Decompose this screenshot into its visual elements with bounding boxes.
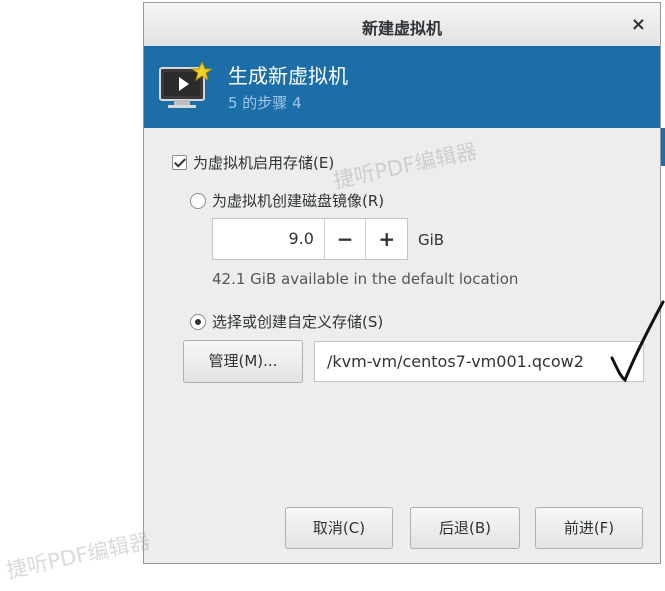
manage-button[interactable]: 管理(M)... [183,340,303,383]
back-button[interactable]: 后退(B) [410,507,520,549]
background-window-strip [661,128,665,166]
watermark: 捷听PDF编辑器 [4,529,153,583]
wizard-step: 5 的步骤 4 [228,94,302,112]
handwritten-checkmark [610,300,665,383]
wizard-header: 生成新虚拟机 5 的步骤 4 [144,46,660,128]
disk-size-stepper[interactable]: 9.0 − + [212,218,408,260]
radio-selected[interactable] [190,313,206,330]
enable-storage-checkbox[interactable]: 为虚拟机启用存储(E) [172,152,334,173]
radio-unselected[interactable] [190,192,206,209]
decrement-button[interactable]: − [323,219,366,259]
window-title: 新建虚拟机 [361,19,442,38]
disk-size-unit: GiB [418,231,445,249]
monitor-star-icon [158,60,214,112]
available-space-text: 42.1 GiB available in the default locati… [212,270,519,288]
disk-size-value[interactable]: 9.0 [213,219,324,259]
storage-path-input[interactable]: /kvm-vm/centos7-vm001.qcow2 [314,341,644,382]
wizard-title: 生成新虚拟机 [228,64,348,88]
custom-storage-label: 选择或创建自定义存储(S) [212,313,384,331]
increment-button[interactable]: + [365,219,407,259]
forward-button[interactable]: 前进(F) [535,507,643,549]
custom-storage-radio[interactable]: 选择或创建自定义存储(S) [190,311,383,332]
cancel-button[interactable]: 取消(C) [285,507,393,549]
enable-storage-label: 为虚拟机启用存储(E) [193,154,335,172]
checkbox-checked[interactable] [172,155,187,170]
close-icon[interactable]: × [631,14,646,35]
titlebar: 新建虚拟机 × [144,3,660,49]
create-disk-radio[interactable]: 为虚拟机创建磁盘镜像(R) [190,190,384,211]
create-disk-label: 为虚拟机创建磁盘镜像(R) [212,192,385,210]
